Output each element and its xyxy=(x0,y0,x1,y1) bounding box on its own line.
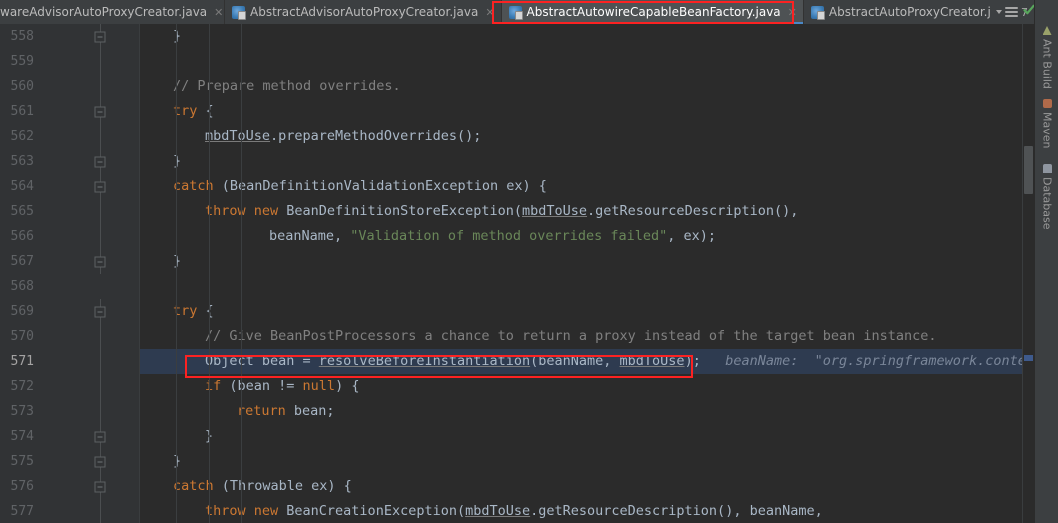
line-number: 573 xyxy=(10,404,34,419)
line-number: 569 xyxy=(10,304,34,319)
sidebar-item-label: Database xyxy=(1040,177,1054,230)
editor-scrollbar[interactable] xyxy=(1022,4,1035,523)
fold-marker-end[interactable] xyxy=(92,249,108,274)
line-number: 562 xyxy=(10,129,34,144)
code-line[interactable]: } xyxy=(140,449,1034,474)
code-line[interactable]: catch (Throwable ex) { xyxy=(140,474,1034,499)
editor-tab-label: AbstractAdvisorAutoProxyCreator.java xyxy=(250,5,479,19)
line-number: 566 xyxy=(10,229,34,244)
maven-icon xyxy=(1042,99,1052,108)
line-number: 565 xyxy=(10,204,34,219)
ide-window: wareAdvisorAutoProxyCreator.java ✕ Abstr… xyxy=(0,0,1058,523)
close-icon[interactable]: ✕ xyxy=(483,7,494,18)
sidebar-item-label: Ant Build xyxy=(1040,39,1054,89)
code-content[interactable]: } // Prepare method overrides. try { mbd… xyxy=(140,24,1034,523)
line-number: 576 xyxy=(10,479,34,494)
database-icon xyxy=(1042,164,1052,173)
code-line[interactable]: throw new BeanDefinitionStoreException(m… xyxy=(140,199,1034,224)
code-line[interactable] xyxy=(140,274,1034,299)
code-editor[interactable]: 558 559 560 561 562 563 564 565 566 567 … xyxy=(0,24,1034,523)
fold-line xyxy=(92,499,108,523)
line-number: 567 xyxy=(10,254,34,269)
code-line[interactable]: throw new BeanCreationException(mbdToUse… xyxy=(140,499,1034,523)
line-number: 570 xyxy=(10,329,34,344)
ant-build-icon xyxy=(1042,26,1052,35)
code-line[interactable]: return bean; xyxy=(140,399,1034,424)
fold-line xyxy=(92,224,108,249)
code-folding-column[interactable] xyxy=(92,24,108,523)
code-line[interactable]: try { xyxy=(140,99,1034,124)
editor-tab-label: AbstractAutowireCapableBeanFactory.java xyxy=(526,5,781,19)
editor-gutter[interactable]: 558 559 560 561 562 563 564 565 566 567 … xyxy=(0,24,140,523)
code-line[interactable]: // Prepare method overrides. xyxy=(140,74,1034,99)
fold-line xyxy=(92,199,108,224)
code-line[interactable]: } xyxy=(140,24,1034,49)
fold-marker-start[interactable] xyxy=(92,474,108,499)
tab-list-icon[interactable] xyxy=(1005,7,1018,17)
code-line[interactable]: catch (BeanDefinitionValidationException… xyxy=(140,174,1034,199)
code-line[interactable] xyxy=(140,49,1034,74)
right-tool-sidebar: Ant Build Maven Database xyxy=(1034,0,1058,523)
line-number-column: 558 559 560 561 562 563 564 565 566 567 … xyxy=(0,24,40,523)
fold-line xyxy=(92,49,108,74)
close-icon[interactable]: ✕ xyxy=(786,7,797,18)
scrollbar-thumb[interactable] xyxy=(1024,146,1033,194)
editor-tab-1[interactable]: AbstractAdvisorAutoProxyCreator.java ✕ xyxy=(225,0,502,24)
code-line[interactable]: } xyxy=(140,149,1034,174)
chevron-down-icon[interactable] xyxy=(996,10,1002,14)
fold-marker-end[interactable] xyxy=(92,149,108,174)
code-line[interactable]: } xyxy=(140,249,1034,274)
editor-tab-bar: wareAdvisorAutoProxyCreator.java ✕ Abstr… xyxy=(0,0,1036,24)
line-number: 561 xyxy=(10,104,34,119)
sidebar-item-maven[interactable]: Maven xyxy=(1035,95,1058,152)
fold-line xyxy=(92,399,108,424)
line-number: 575 xyxy=(10,454,34,469)
line-number: 559 xyxy=(10,54,34,69)
fold-line xyxy=(92,74,108,99)
fold-line xyxy=(92,274,108,299)
code-line[interactable]: mbdToUse.prepareMethodOverrides(); xyxy=(140,124,1034,149)
line-number: 572 xyxy=(10,379,34,394)
close-icon[interactable]: ✕ xyxy=(212,7,223,18)
fold-marker-end[interactable] xyxy=(92,24,108,49)
editor-tab-0[interactable]: wareAdvisorAutoProxyCreator.java ✕ xyxy=(0,0,225,24)
code-line-current[interactable]: Object bean = resolveBeforeInstantiation… xyxy=(140,349,1034,374)
sidebar-item-ant-build[interactable]: Ant Build xyxy=(1035,22,1058,93)
fold-marker-end[interactable] xyxy=(92,449,108,474)
code-line[interactable]: if (bean != null) { xyxy=(140,374,1034,399)
fold-marker-end[interactable] xyxy=(92,424,108,449)
sidebar-item-label: Maven xyxy=(1040,112,1054,149)
fold-marker-start[interactable] xyxy=(92,99,108,124)
line-number-current: 571 xyxy=(10,354,34,369)
line-number: 577 xyxy=(10,504,34,519)
editor-tab-label: AbstractAutoProxyCreator.java xyxy=(828,5,1013,19)
code-line[interactable]: // Give BeanPostProcessors a chance to r… xyxy=(140,324,1034,349)
fold-line xyxy=(92,124,108,149)
code-line[interactable]: } xyxy=(140,424,1034,449)
line-number: 574 xyxy=(10,429,34,444)
line-number: 558 xyxy=(10,29,34,44)
line-number: 560 xyxy=(10,79,34,94)
line-number: 564 xyxy=(10,179,34,194)
java-file-icon xyxy=(508,5,523,20)
code-line[interactable]: try { xyxy=(140,299,1034,324)
java-file-icon xyxy=(810,5,825,20)
sidebar-item-database[interactable]: Database xyxy=(1035,160,1058,234)
line-number: 568 xyxy=(10,279,34,294)
editor-tab-label: wareAdvisorAutoProxyCreator.java xyxy=(0,5,208,19)
fold-line xyxy=(92,324,108,349)
line-number: 563 xyxy=(10,154,34,169)
java-file-icon xyxy=(232,5,246,20)
code-line[interactable]: beanName, "Validation of method override… xyxy=(140,224,1034,249)
editor-tab-2[interactable]: AbstractAutowireCapableBeanFactory.java … xyxy=(501,0,804,24)
fold-marker-start[interactable] xyxy=(92,299,108,324)
fold-marker-start[interactable] xyxy=(92,174,108,199)
fold-line xyxy=(92,374,108,399)
scrollbar-marker[interactable] xyxy=(1024,355,1033,361)
fold-line xyxy=(92,349,108,374)
